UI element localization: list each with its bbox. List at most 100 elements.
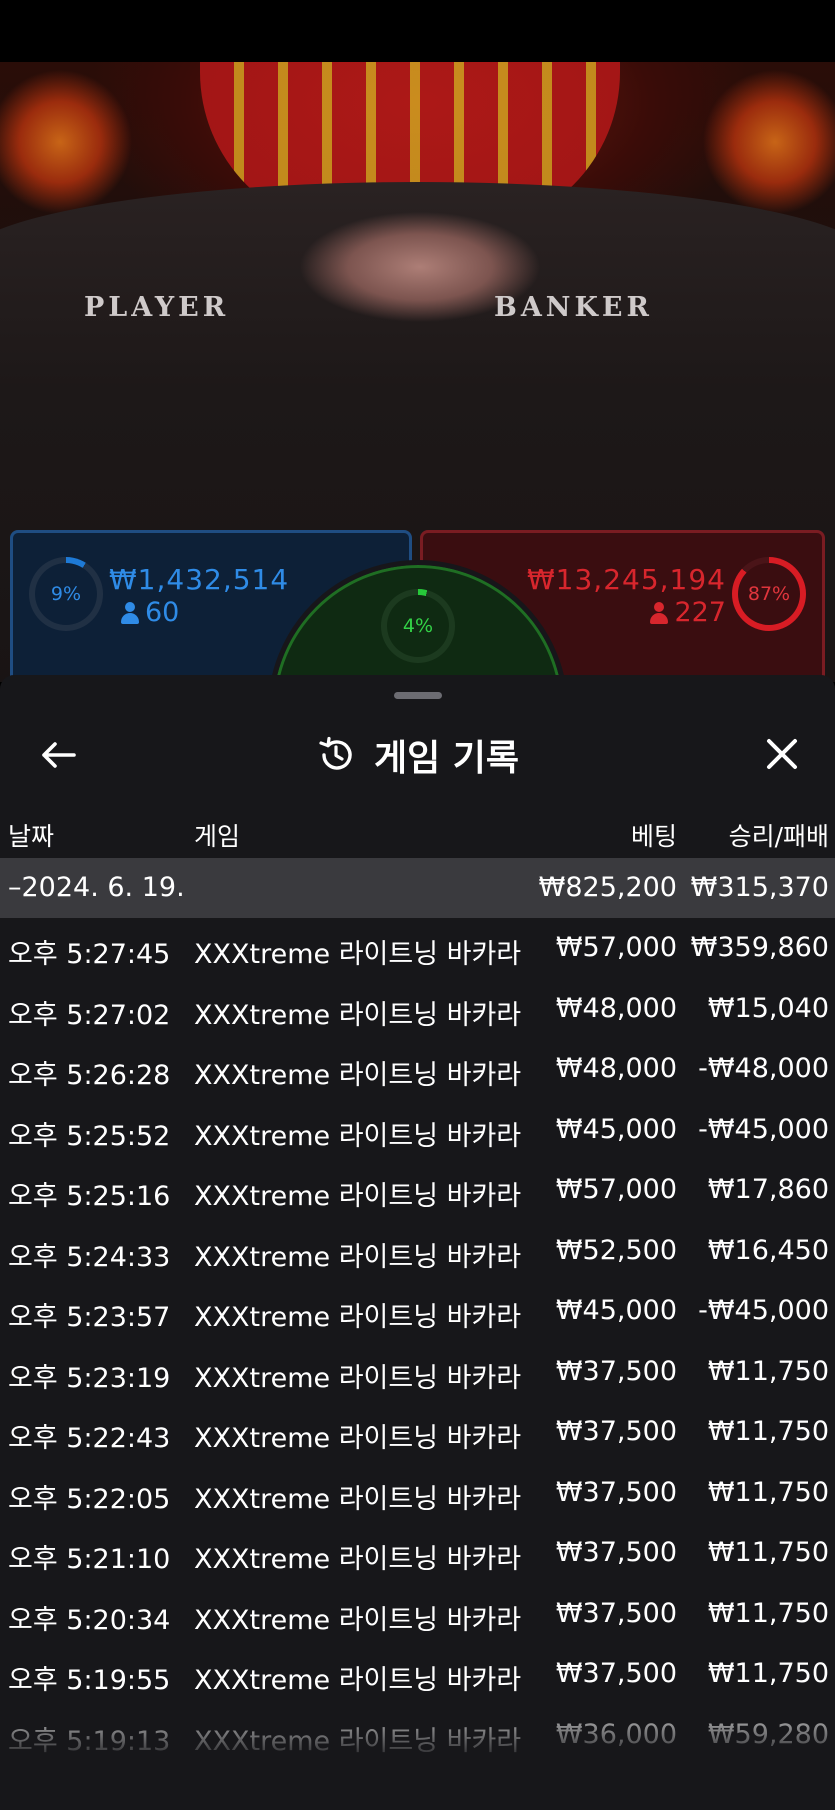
banker-total-bet: ₩13,245,194 [526,563,726,596]
arrow-left-icon [42,742,76,768]
row-game: XXXtreme 라이트닝 바카라 [194,1725,522,1757]
row-time: 오후 5:22:05 [8,1483,171,1515]
sheet-header: 게임 기록 [0,715,835,795]
close-button[interactable] [759,731,805,777]
table-row[interactable]: 오후 5:23:19 XXXtreme 라이트닝 바카라 ₩37,500 ₩11,75… [0,1342,835,1403]
row-result: ₩11,750 [707,1658,829,1689]
table-row[interactable]: 오후 5:25:52 XXXtreme 라이트닝 바카라 ₩45,000 -₩45,0… [0,1100,835,1161]
player-total-bet: ₩1,432,514 [109,563,290,596]
top-black-bar [0,0,835,62]
banker-bettors: 227 [650,597,726,628]
row-bet: ₩37,500 [555,1597,677,1629]
player-percent-ring: 9% [29,557,103,631]
row-result: ₩11,750 [707,1355,829,1387]
table-row[interactable]: 오후 5:19:13 XXXtreme 라이트닝 바카라 ₩36,000 ₩59,28… [0,1705,835,1766]
row-bet: ₩45,000 [555,1113,677,1145]
table-row[interactable]: 오후 5:26:28 XXXtreme 라이트닝 바카라 ₩48,000 -₩48,0… [0,1039,835,1100]
col-bet: 베팅 [630,822,677,851]
player-bettors: 60 [121,597,179,628]
history-rows: 오후 5:27:45 XXXtreme 라이트닝 바카라 ₩57,000 ₩359,8… [0,918,835,1765]
row-bet: ₩37,500 [555,1355,677,1387]
table-row[interactable]: 오후 5:25:16 XXXtreme 라이트닝 바카라 ₩57,000 ₩17,86… [0,1160,835,1221]
row-bet: ₩57,000 [555,1174,677,1205]
banker-bettors-count: 227 [674,597,726,628]
row-game: XXXtreme 라이트닝 바카라 [194,1544,522,1575]
date-group-row[interactable]: –2024. 6. 19. ₩825,200 ₩315,370 [0,858,835,918]
row-time: 오후 5:27:45 [8,939,171,970]
row-game: XXXtreme 라이트닝 바카라 [194,1423,522,1454]
row-game: XXXtreme 라이트닝 바카라 [194,1483,522,1515]
table-row[interactable]: 오후 5:21:10 XXXtreme 라이트닝 바카라 ₩37,500 ₩11,75… [0,1523,835,1584]
row-result: -₩45,000 [698,1295,829,1326]
banker-percent: 87% [738,563,800,625]
row-game: XXXtreme 라이트닝 바카라 [194,1060,522,1091]
row-game: XXXtreme 라이트닝 바카라 [194,1120,522,1152]
banker-percent-ring: 87% [732,557,806,631]
row-result: ₩11,750 [707,1476,829,1508]
row-result: ₩16,450 [707,1234,829,1266]
row-game: XXXtreme 라이트닝 바카라 [194,1665,522,1696]
row-bet: ₩57,000 [555,932,677,963]
row-time: 오후 5:24:33 [8,1241,171,1273]
table-row[interactable]: 오후 5:24:33 XXXtreme 라이트닝 바카라 ₩52,500 ₩16,45… [0,1221,835,1282]
row-time: 오후 5:22:43 [8,1423,171,1454]
table-row[interactable]: 오후 5:27:02 XXXtreme 라이트닝 바카라 ₩48,000 ₩15,04… [0,979,835,1040]
table-label-player: PLAYER [84,292,230,323]
row-bet: ₩37,500 [555,1476,677,1508]
row-game: XXXtreme 라이트닝 바카라 [194,999,522,1031]
date-group-total-bet: ₩825,200 [538,872,677,903]
close-icon [767,739,797,769]
table-row[interactable]: 오후 5:22:05 XXXtreme 라이트닝 바카라 ₩37,500 ₩11,75… [0,1463,835,1524]
player-percent: 9% [35,563,97,625]
row-bet: ₩37,500 [555,1658,677,1689]
row-bet: ₩36,000 [555,1718,677,1750]
row-time: 오후 5:21:10 [8,1544,171,1575]
col-win-loss: 승리/패배 [728,822,829,851]
row-result: ₩359,860 [690,932,829,963]
row-time: 오후 5:23:57 [8,1302,171,1333]
date-group-total-win: ₩315,370 [690,872,829,903]
row-time: 오후 5:26:28 [8,1060,171,1091]
sheet-drag-handle[interactable] [394,692,442,699]
date-group-date: –2024. 6. 19. [8,872,185,903]
row-time: 오후 5:19:55 [8,1665,171,1696]
table-header: 날짜 게임 베팅 승리/패배 [0,803,835,863]
row-bet: ₩45,000 [555,1295,677,1326]
table-row[interactable]: 오후 5:27:45 XXXtreme 라이트닝 바카라 ₩57,000 ₩359,8… [0,918,835,979]
table-row[interactable]: 오후 5:19:55 XXXtreme 라이트닝 바카라 ₩37,500 ₩11,75… [0,1644,835,1705]
player-bettors-count: 60 [145,597,180,628]
row-result: ₩15,040 [707,992,829,1024]
row-result: ₩17,860 [707,1174,829,1205]
row-game: XXXtreme 라이트닝 바카라 [194,1241,522,1273]
row-time: 오후 5:19:13 [8,1725,171,1757]
row-bet: ₩48,000 [555,1053,677,1084]
col-game: 게임 [194,822,241,851]
tie-percent-ring: 4% [381,589,455,663]
row-result: ₩59,280 [707,1718,829,1750]
row-result: ₩11,750 [707,1597,829,1629]
row-bet: ₩37,500 [555,1416,677,1447]
row-result: -₩45,000 [698,1113,829,1145]
table-row[interactable]: 오후 5:20:34 XXXtreme 라이트닝 바카라 ₩37,500 ₩11,75… [0,1584,835,1645]
row-bet: ₩48,000 [555,992,677,1024]
row-game: XXXtreme 라이트닝 바카라 [194,939,522,970]
sheet-title-group: 게임 기록 [0,715,835,795]
table-row[interactable]: 오후 5:22:43 XXXtreme 라이트닝 바카라 ₩37,500 ₩11,75… [0,1402,835,1463]
sheet-title: 게임 기록 [373,738,519,779]
row-bet: ₩37,500 [555,1537,677,1568]
row-time: 오후 5:25:16 [8,1181,171,1212]
history-icon [319,736,352,770]
tie-percent: 4% [387,595,449,657]
row-time: 오후 5:27:02 [8,999,171,1031]
row-time: 오후 5:20:34 [8,1604,171,1636]
back-button[interactable] [36,733,80,777]
table-row[interactable]: 오후 5:23:57 XXXtreme 라이트닝 바카라 ₩45,000 -₩45,0… [0,1281,835,1342]
row-result: -₩48,000 [698,1053,829,1084]
row-game: XXXtreme 라이트닝 바카라 [194,1604,522,1636]
game-history-sheet: 게임 기록 날짜 게임 베팅 승리/패배 –2024. 6. 19. ₩825,… [0,675,835,1810]
row-bet: ₩52,500 [555,1234,677,1266]
col-date: 날짜 [8,822,55,851]
row-result: ₩11,750 [707,1416,829,1447]
table-label-banker: BANKER [494,292,653,323]
row-time: 오후 5:25:52 [8,1120,171,1152]
